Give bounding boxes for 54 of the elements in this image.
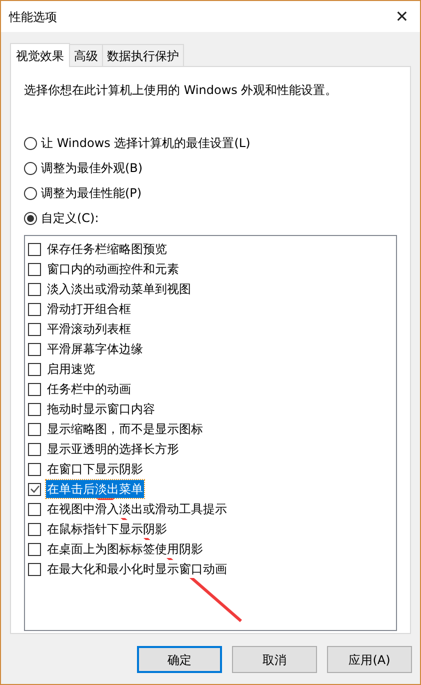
checkbox[interactable] bbox=[28, 482, 41, 496]
dialog-button[interactable]: 确定 bbox=[137, 646, 222, 673]
checkbox[interactable] bbox=[28, 442, 41, 456]
radio-label: 调整为最佳外观(B) bbox=[41, 160, 143, 177]
radio-button[interactable] bbox=[24, 186, 37, 200]
window-title: 性能选项 bbox=[9, 8, 57, 26]
effect-label[interactable]: 在单击后淡出菜单 bbox=[46, 480, 144, 498]
effect-label[interactable]: 在窗口下显示阴影 bbox=[46, 460, 144, 478]
effect-label[interactable]: 在最大化和最小化时显示窗口动画 bbox=[46, 560, 228, 578]
checkbox[interactable] bbox=[28, 462, 41, 476]
effect-label[interactable]: 在鼠标指针下显示阴影 bbox=[46, 520, 168, 538]
radio-button[interactable] bbox=[24, 212, 37, 224]
effect-label[interactable]: 任务栏中的动画 bbox=[46, 380, 132, 398]
effect-label[interactable]: 保存任务栏缩略图预览 bbox=[46, 240, 168, 258]
checkmark-icon bbox=[30, 485, 40, 493]
checkbox[interactable] bbox=[28, 242, 41, 256]
radio-option[interactable]: 调整为最佳外观(B) bbox=[24, 158, 397, 178]
effect-label[interactable]: 淡入淡出或滑动菜单到视图 bbox=[46, 280, 192, 298]
effect-label[interactable]: 在视图中滑入淡出或滑动工具提示 bbox=[46, 500, 228, 518]
checkbox[interactable] bbox=[28, 282, 41, 296]
checkbox[interactable] bbox=[28, 362, 41, 376]
checkbox[interactable] bbox=[28, 542, 41, 556]
radio-option[interactable]: 让 Windows 选择计算机的最佳设置(L) bbox=[24, 133, 397, 153]
checkbox[interactable] bbox=[28, 422, 41, 436]
effect-label[interactable]: 显示亚透明的选择长方形 bbox=[46, 440, 180, 458]
effect-label[interactable]: 显示缩略图，而不是显示图标 bbox=[46, 420, 204, 438]
radio-option[interactable]: 自定义(C): bbox=[24, 208, 397, 228]
close-button[interactable]: ✕ bbox=[384, 1, 420, 32]
effect-label[interactable]: 在桌面上为图标标签使用阴影 bbox=[46, 540, 204, 558]
radio-label: 让 Windows 选择计算机的最佳设置(L) bbox=[41, 135, 250, 152]
checkbox[interactable] bbox=[28, 502, 41, 516]
radio-option[interactable]: 调整为最佳性能(P) bbox=[24, 183, 397, 203]
radio-button[interactable] bbox=[24, 136, 37, 150]
radio-button[interactable] bbox=[24, 162, 37, 174]
dialog-button[interactable]: 应用(A) bbox=[327, 646, 412, 673]
checkbox[interactable] bbox=[28, 342, 41, 356]
tab[interactable]: 视觉效果 bbox=[10, 43, 70, 67]
dialog-button[interactable]: 取消 bbox=[232, 646, 317, 673]
effect-label[interactable]: 滑动打开组合框 bbox=[46, 300, 132, 318]
radio-label: 自定义(C): bbox=[41, 210, 99, 227]
effect-label[interactable]: 窗口内的动画控件和元素 bbox=[46, 260, 180, 278]
checkbox[interactable] bbox=[28, 302, 41, 316]
tab[interactable]: 数据执行保护 bbox=[102, 44, 184, 66]
checkbox[interactable] bbox=[28, 262, 41, 276]
effect-label[interactable]: 平滑滚动列表框 bbox=[46, 320, 132, 338]
description-text: 选择你想在此计算机上使用的 Windows 外观和性能设置。 bbox=[24, 82, 338, 99]
checkbox[interactable] bbox=[28, 402, 41, 416]
effect-label[interactable]: 拖动时显示窗口内容 bbox=[46, 400, 156, 418]
checkbox[interactable] bbox=[28, 522, 41, 536]
checkbox[interactable] bbox=[28, 382, 41, 396]
checkbox[interactable] bbox=[28, 322, 41, 336]
radio-label: 调整为最佳性能(P) bbox=[41, 185, 142, 202]
checkbox[interactable] bbox=[28, 562, 41, 576]
effect-label[interactable]: 平滑屏幕字体边缘 bbox=[46, 340, 144, 358]
